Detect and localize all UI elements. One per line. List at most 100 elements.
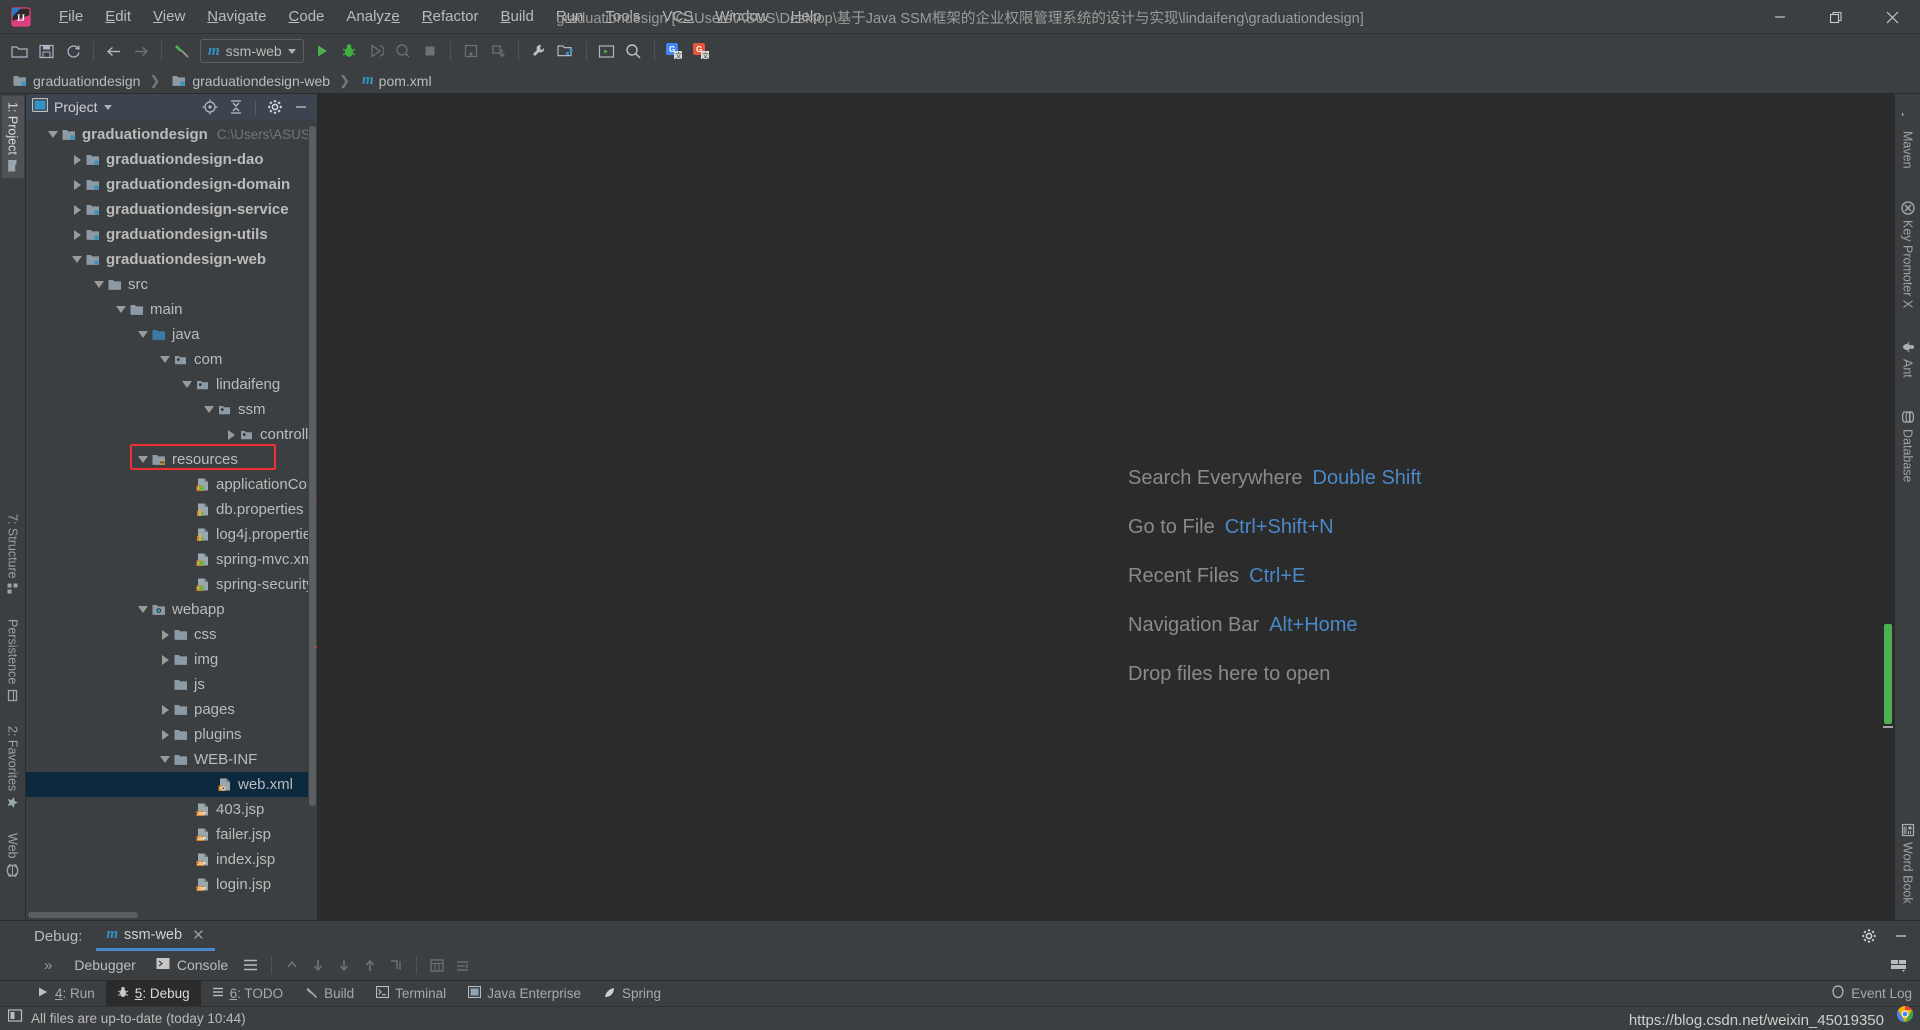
expand-arrow[interactable] <box>202 406 216 413</box>
chevron-down-icon[interactable] <box>103 104 112 110</box>
expand-arrow[interactable] <box>70 229 84 240</box>
scrollbar-thumb-green[interactable] <box>1884 624 1892 724</box>
bottom-tab-spring[interactable]: Spring <box>592 981 672 1007</box>
tree-row-web-xml[interactable]: < web.xml <box>26 772 317 797</box>
expand-arrow[interactable] <box>136 331 150 338</box>
breadcrumb-item-0[interactable]: graduationdesign ❯ <box>10 72 167 90</box>
menu-help[interactable]: Help <box>780 4 833 29</box>
menu-navigate[interactable]: Navigate <box>196 4 277 29</box>
sidebar-item-structure[interactable]: 7: Structure <box>2 508 24 602</box>
translate-google-icon[interactable]: G文 <box>662 38 688 64</box>
tree-row-ssm[interactable]: ssm <box>26 397 317 422</box>
run-icon[interactable] <box>309 38 335 64</box>
expand-arrow[interactable] <box>92 281 106 288</box>
tree-row-db-properties[interactable]: db.properties <box>26 497 317 522</box>
hide-panel-icon[interactable] <box>1890 925 1912 947</box>
bottom-tab-build[interactable]: Build <box>294 981 365 1007</box>
step-into-icon[interactable] <box>333 954 355 976</box>
expand-arrow[interactable] <box>158 756 172 763</box>
tree-row-controller[interactable]: controller <box>26 422 317 447</box>
sidebar-item-favorites[interactable]: 2: Favorites <box>2 720 24 815</box>
bottom-tab-todo[interactable]: 6: TODO <box>201 981 295 1007</box>
locate-target-icon[interactable] <box>200 97 220 117</box>
run-configuration-selector[interactable]: m ssm-web <box>200 39 304 63</box>
search-icon[interactable] <box>621 38 647 64</box>
attach-debugger-icon[interactable] <box>458 38 484 64</box>
menu-run[interactable]: Run <box>545 4 595 29</box>
tree-row-main[interactable]: main <box>26 297 317 322</box>
hide-icon[interactable] <box>291 97 311 117</box>
menu-analyze[interactable]: Analyze <box>335 4 410 29</box>
expand-arrow[interactable] <box>46 131 60 138</box>
tree-vertical-scrollbar[interactable] <box>308 120 317 910</box>
expand-arrow[interactable] <box>70 179 84 190</box>
run-with-coverage-icon[interactable] <box>363 38 389 64</box>
tree-row-index-jsp[interactable]: JSP index.jsp <box>26 847 317 872</box>
tree-row-graduationdesign[interactable]: graduationdesign C:\Users\ASUS\Desktop <box>26 122 317 147</box>
sidebar-item-web[interactable]: Web <box>2 827 24 882</box>
forward-arrow-icon[interactable] <box>128 38 154 64</box>
sidebar-item-persistence[interactable]: Persistence <box>2 613 24 707</box>
project-tree[interactable]: graduationdesign C:\Users\ASUS\Desktop g… <box>26 120 317 910</box>
collapse-all-icon[interactable] <box>226 97 246 117</box>
tree-row-lindaifeng[interactable]: lindaifeng <box>26 372 317 397</box>
expand-arrow[interactable] <box>136 456 150 463</box>
update-project-icon[interactable] <box>485 38 511 64</box>
project-structure-icon[interactable] <box>553 38 579 64</box>
step-over-icon[interactable] <box>307 954 329 976</box>
bottom-tab-debug[interactable]: 5: Debug <box>105 980 201 1007</box>
tree-row-log4j-properties[interactable]: log4j.properties <box>26 522 317 547</box>
sync-icon[interactable] <box>60 38 86 64</box>
tree-row-failer-jsp[interactable]: JSP failer.jsp <box>26 822 317 847</box>
tree-row-applicationContext-xml[interactable]: < applicationContext.xml <box>26 472 317 497</box>
layout-icon[interactable] <box>240 954 262 976</box>
tree-row-graduationdesign-utils[interactable]: graduationdesign-utils <box>26 222 317 247</box>
close-icon[interactable]: ✕ <box>192 926 205 944</box>
build-hammer-icon[interactable] <box>169 38 195 64</box>
menu-view[interactable]: View <box>142 4 196 29</box>
debug-session-tab[interactable]: m ssm-web ✕ <box>96 922 215 951</box>
tree-row-js[interactable]: js <box>26 672 317 697</box>
breadcrumb-item-2[interactable]: m pom.xml <box>359 71 435 90</box>
open-folder-icon[interactable] <box>6 38 32 64</box>
expand-arrow[interactable] <box>158 729 172 740</box>
sidebar-item-word-book[interactable]: Word Book <box>1897 817 1919 910</box>
menu-edit[interactable]: Edit <box>94 4 142 29</box>
menu-tools[interactable]: Tools <box>594 4 651 29</box>
tree-row-pages[interactable]: pages <box>26 697 317 722</box>
force-step-into-icon[interactable] <box>359 954 381 976</box>
tree-row-webapp[interactable]: webapp <box>26 597 317 622</box>
tree-row-web-inf[interactable]: WEB-INF <box>26 747 317 772</box>
expand-arrow[interactable] <box>136 606 150 613</box>
expand-arrow[interactable] <box>70 256 84 263</box>
menu-build[interactable]: Build <box>489 4 544 29</box>
mute-breakpoints-icon[interactable] <box>452 954 474 976</box>
tree-row-java[interactable]: java <box>26 322 317 347</box>
scrollbar-thumb[interactable] <box>28 912 138 918</box>
tree-row-graduationdesign-web[interactable]: graduationdesign-web <box>26 247 317 272</box>
step-out-icon[interactable] <box>281 954 303 976</box>
minimize-button[interactable] <box>1752 0 1808 34</box>
expand-arrow[interactable] <box>158 704 172 715</box>
bottom-tab-terminal[interactable]: Terminal <box>365 981 457 1007</box>
bottom-tab-run[interactable]: 4: Run <box>26 981 106 1007</box>
chevron-down-icon[interactable] <box>287 48 296 54</box>
status-toggle-icon[interactable] <box>7 1009 23 1028</box>
expand-arrow[interactable] <box>180 381 194 388</box>
back-arrow-icon[interactable] <box>101 38 127 64</box>
settings-gear-icon[interactable] <box>1858 925 1880 947</box>
translate-source-icon[interactable]: G文 <box>689 38 715 64</box>
bottom-tab-java-enterprise[interactable]: Java Enterprise <box>457 981 592 1007</box>
profile-icon[interactable] <box>390 38 416 64</box>
editor-scrollbar[interactable] <box>1882 94 1894 920</box>
menu-file[interactable]: File <box>48 4 94 29</box>
tree-horizontal-scrollbar[interactable] <box>26 910 317 920</box>
expand-arrow[interactable] <box>158 356 172 363</box>
expand-arrow[interactable] <box>70 204 84 215</box>
sidebar-item-key-promoter-x[interactable]: Key Promoter X <box>1897 195 1919 314</box>
expand-arrow[interactable] <box>158 629 172 640</box>
tree-row-src[interactable]: src <box>26 272 317 297</box>
expand-arrow[interactable] <box>114 306 128 313</box>
expand-arrow[interactable] <box>158 654 172 665</box>
sidebar-item-ant[interactable]: Ant <box>1897 334 1919 384</box>
